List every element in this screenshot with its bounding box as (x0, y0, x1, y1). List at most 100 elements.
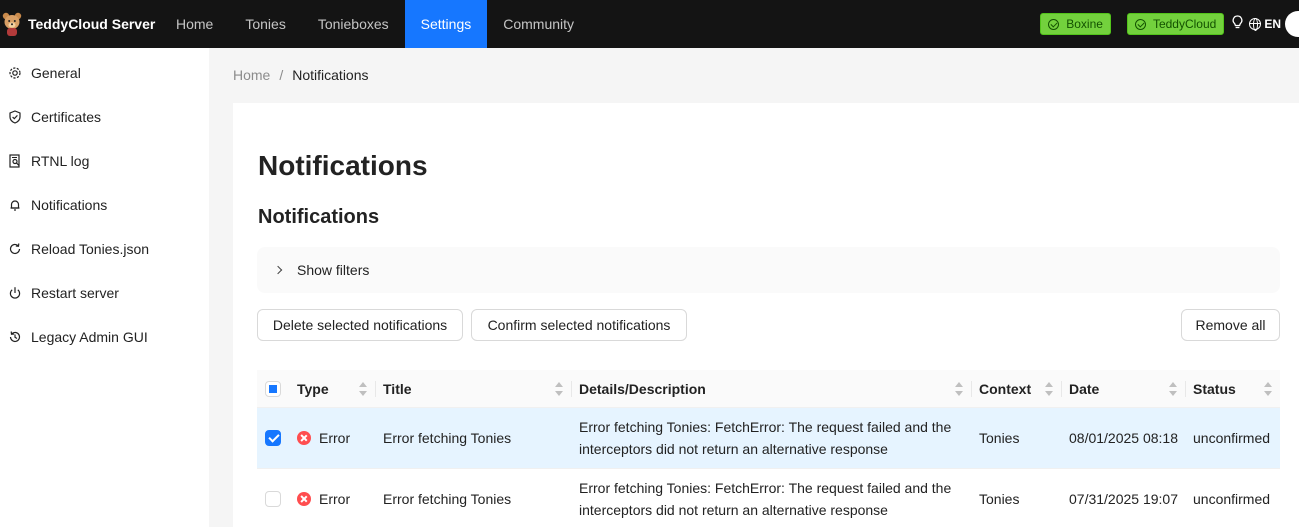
brand[interactable]: TeddyCloud Server (0, 0, 160, 48)
bell-icon (8, 198, 22, 212)
breadcrumb-home[interactable]: Home (233, 67, 270, 83)
column-header-type[interactable]: Type (289, 370, 375, 407)
context-cell: Tonies (979, 491, 1020, 507)
details-text: Error fetching Tonies: FetchError: The r… (579, 416, 951, 460)
sidebar-item-label: Notifications (31, 197, 108, 213)
notifications-table: Type Title Details/Description Context D… (257, 370, 1280, 527)
details-line: interceptors did not return an alternati… (579, 502, 888, 518)
nav-community[interactable]: Community (487, 0, 590, 48)
select-all-cell (257, 370, 289, 407)
settings-sidebar: General Certificates RTNL log Notificati… (0, 48, 209, 527)
title-cell: Error fetching Tonies (383, 491, 512, 507)
language-label: EN (1264, 17, 1281, 31)
history-icon (8, 330, 22, 344)
sidebar-item-rtnl-log[interactable]: RTNL log (0, 139, 209, 183)
sidebar-item-legacy-admin-gui[interactable]: Legacy Admin GUI (0, 315, 209, 359)
row-select-cell (257, 408, 289, 468)
details-text: Error fetching Tonies: FetchError: The r… (579, 477, 951, 521)
details-line: Error fetching Tonies: FetchError: The r… (579, 419, 952, 435)
show-filters-label: Show filters (297, 262, 370, 278)
row-select-cell (257, 469, 289, 527)
nav-home[interactable]: Home (160, 0, 229, 48)
close-circle-icon (297, 431, 311, 445)
column-header-label: Details/Description (579, 380, 706, 397)
sort-icon (1045, 382, 1053, 396)
title-cell: Error fetching Tonies (383, 430, 512, 446)
column-header-label: Status (1193, 380, 1236, 397)
header-actions: Boxine TeddyCloud EN (1040, 0, 1299, 48)
content-panel: Notifications Notifications Show filters… (233, 103, 1299, 527)
globe-icon (1249, 18, 1262, 31)
sort-icon (955, 382, 963, 396)
column-header-context[interactable]: Context (971, 370, 1061, 407)
sort-icon (1169, 382, 1177, 396)
language-switcher[interactable]: EN (1249, 17, 1281, 31)
sidebar-item-restart-server[interactable]: Restart server (0, 271, 209, 315)
breadcrumb-separator: / (279, 67, 284, 83)
check-circle-icon (1048, 18, 1060, 30)
boxine-status-tag[interactable]: Boxine (1040, 13, 1111, 35)
column-header-status[interactable]: Status (1185, 370, 1280, 407)
column-header-details[interactable]: Details/Description (571, 370, 971, 407)
status-cell: unconfirmed (1193, 491, 1271, 507)
column-header-label: Title (383, 380, 412, 397)
sort-icon (359, 382, 367, 396)
sort-icon (555, 382, 563, 396)
show-filters-toggle[interactable]: Show filters (257, 247, 1280, 293)
sidebar-item-general[interactable]: General (0, 51, 209, 95)
date-cell: 08/01/2025 08:18 (1069, 430, 1178, 446)
gear-icon (8, 66, 22, 80)
sidebar-item-notifications[interactable]: Notifications (0, 183, 209, 227)
breadcrumb-current: Notifications (292, 67, 369, 83)
sidebar-item-certificates[interactable]: Certificates (0, 95, 209, 139)
type-cell: Error (289, 408, 375, 468)
sidebar-item-label: RTNL log (31, 153, 90, 169)
context-cell: Tonies (979, 430, 1020, 446)
table-row[interactable]: Error Error fetching Tonies Error fetchi… (257, 469, 1280, 527)
close-circle-icon (297, 492, 311, 506)
boxine-tag-label: Boxine (1066, 17, 1103, 31)
nav-tonies[interactable]: Tonies (229, 0, 301, 48)
status-cell: unconfirmed (1193, 430, 1271, 446)
power-icon (8, 286, 22, 300)
lightbulb-icon[interactable] (1232, 15, 1243, 33)
column-header-label: Context (979, 380, 1032, 397)
delete-selected-button[interactable]: Delete selected notifications (257, 309, 463, 341)
row-checkbox[interactable] (265, 430, 281, 446)
details-line: interceptors did not return an alternati… (579, 441, 888, 457)
column-header-label: Date (1069, 380, 1100, 397)
column-header-title[interactable]: Title (375, 370, 571, 407)
select-all-checkbox[interactable] (265, 380, 281, 397)
teddycloud-tag-label: TeddyCloud (1152, 17, 1217, 31)
table-row[interactable]: Error Error fetching Tonies Error fetchi… (257, 408, 1280, 469)
type-label: Error (319, 430, 351, 446)
type-cell: Error (289, 469, 375, 527)
chevron-right-icon (273, 265, 283, 275)
brand-title: TeddyCloud Server (28, 16, 156, 32)
details-line: Error fetching Tonies: FetchError: The r… (579, 480, 952, 496)
confirm-selected-button[interactable]: Confirm selected notifications (471, 309, 687, 341)
table-header: Type Title Details/Description Context D… (257, 370, 1280, 408)
teddy-bear-logo-icon (2, 11, 22, 37)
nav-settings[interactable]: Settings (404, 0, 488, 48)
nav-tonieboxes[interactable]: Tonieboxes (302, 0, 405, 48)
sidebar-item-label: Certificates (31, 109, 102, 125)
sort-icon (1264, 382, 1272, 396)
section-title: Notifications (258, 206, 380, 228)
sidebar-item-reload-tonies[interactable]: Reload Tonies.json (0, 227, 209, 271)
notifications-avatar-icon[interactable] (1285, 11, 1299, 37)
details-cell: Error fetching Tonies: FetchError: The r… (571, 469, 971, 527)
row-checkbox[interactable] (265, 491, 281, 507)
type-label: Error (319, 491, 351, 507)
log-search-icon (8, 154, 22, 168)
sidebar-item-label: Restart server (31, 285, 119, 301)
main-nav: Home Tonies Tonieboxes Settings Communit… (160, 0, 590, 48)
breadcrumb: Home / Notifications (233, 67, 369, 83)
date-cell: 07/31/2025 19:07 (1069, 491, 1178, 507)
column-header-date[interactable]: Date (1061, 370, 1185, 407)
column-header-label: Type (297, 380, 329, 397)
teddycloud-status-tag[interactable]: TeddyCloud (1126, 13, 1225, 35)
sidebar-item-label: General (31, 65, 81, 81)
remove-all-button[interactable]: Remove all (1181, 309, 1280, 341)
sidebar-item-label: Reload Tonies.json (31, 241, 150, 257)
